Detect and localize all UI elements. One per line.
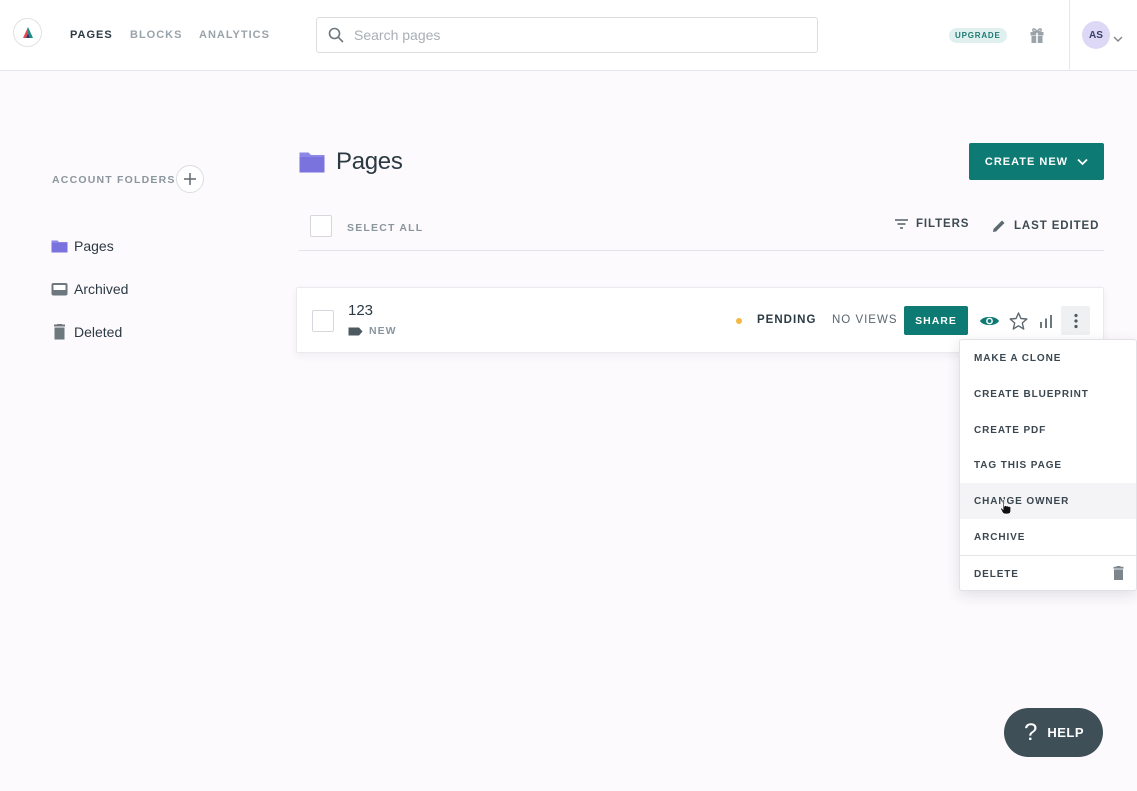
- sidebar-item-deleted[interactable]: Deleted: [51, 324, 122, 340]
- app-logo[interactable]: [13, 18, 42, 47]
- menu-item-change-owner[interactable]: CHANGE OWNER: [960, 483, 1136, 519]
- folder-icon: [51, 240, 68, 253]
- tag-icon: [348, 327, 363, 335]
- page-header: Pages: [299, 148, 403, 176]
- upgrade-badge[interactable]: UPGRADE: [949, 28, 1007, 43]
- nav-blocks[interactable]: BLOCKS: [130, 29, 182, 41]
- trash-icon: [54, 324, 65, 340]
- sidebar-item-label: Deleted: [74, 324, 123, 340]
- share-button[interactable]: SHARE: [904, 306, 968, 335]
- help-label: HELP: [1047, 725, 1085, 740]
- nav-divider: [1069, 0, 1070, 71]
- search-box: [316, 17, 818, 53]
- select-all-label[interactable]: SELECT ALL: [347, 222, 423, 234]
- status-badge: PENDING: [757, 314, 817, 326]
- status-dot: [736, 318, 742, 324]
- filters-label: FILTERS: [916, 218, 970, 230]
- more-options-button[interactable]: [1061, 306, 1090, 335]
- sort-last-edited-button[interactable]: LAST EDITED: [991, 218, 1099, 234]
- sidebar-item-label: Archived: [74, 281, 129, 297]
- plus-icon: [184, 173, 196, 185]
- pencil-icon: [993, 220, 1005, 232]
- page-checkbox[interactable]: [312, 310, 334, 332]
- analytics-bars-icon[interactable]: [1036, 310, 1056, 332]
- search-icon: [328, 27, 344, 43]
- sidebar-item-label: Pages: [74, 238, 114, 254]
- create-new-button[interactable]: CREATE NEW: [969, 143, 1104, 180]
- top-navbar: PAGES BLOCKS ANALYTICS UPGRADE AS: [0, 0, 1137, 71]
- sort-label: LAST EDITED: [1014, 220, 1100, 232]
- page-tag: NEW: [348, 325, 397, 337]
- create-new-label: CREATE NEW: [984, 155, 1069, 168]
- add-folder-button[interactable]: [176, 165, 204, 193]
- page-tag-label: NEW: [369, 325, 397, 337]
- sidebar-item-archived[interactable]: Archived: [51, 281, 128, 297]
- page-title: Pages: [336, 148, 403, 175]
- more-vertical-icon: [1073, 313, 1078, 328]
- menu-item-make-clone[interactable]: MAKE A CLONE: [960, 340, 1136, 376]
- question-mark-icon: ?: [1024, 718, 1038, 746]
- page-options-menu: MAKE A CLONE CREATE BLUEPRINT CREATE PDF…: [959, 339, 1137, 591]
- menu-item-create-blueprint[interactable]: CREATE BLUEPRINT: [960, 376, 1136, 412]
- views-count: NO VIEWS: [832, 314, 898, 326]
- filters-button[interactable]: FILTERS: [894, 218, 969, 230]
- nav-pages[interactable]: PAGES: [70, 29, 113, 41]
- user-avatar[interactable]: AS: [1082, 21, 1110, 49]
- chevron-down-icon: [1077, 158, 1088, 165]
- menu-item-tag-page[interactable]: TAG THIS PAGE: [960, 447, 1136, 483]
- nav-analytics[interactable]: ANALYTICS: [199, 29, 270, 41]
- archive-box-icon: [51, 283, 68, 296]
- toolbar-divider: [299, 250, 1104, 251]
- sidebar-item-pages[interactable]: Pages: [51, 238, 114, 254]
- filter-icon: [895, 219, 908, 229]
- folder-icon: [299, 152, 325, 173]
- page-name[interactable]: 123: [348, 302, 373, 319]
- search-input[interactable]: [354, 27, 794, 43]
- select-all-checkbox[interactable]: [310, 215, 332, 237]
- account-folders-heading: ACCOUNT FOLDERS: [52, 174, 176, 186]
- logo-icon: [22, 26, 33, 38]
- menu-item-archive[interactable]: ARCHIVE: [960, 519, 1136, 555]
- gift-icon[interactable]: [1029, 26, 1045, 49]
- trash-icon[interactable]: [1113, 566, 1124, 585]
- menu-item-delete[interactable]: DELETE: [960, 556, 1136, 592]
- chevron-down-icon[interactable]: [1113, 30, 1123, 48]
- eye-icon[interactable]: [978, 310, 1000, 332]
- help-button[interactable]: ? HELP: [1004, 708, 1103, 757]
- star-icon[interactable]: [1008, 310, 1028, 332]
- menu-item-create-pdf[interactable]: CREATE PDF: [960, 412, 1136, 448]
